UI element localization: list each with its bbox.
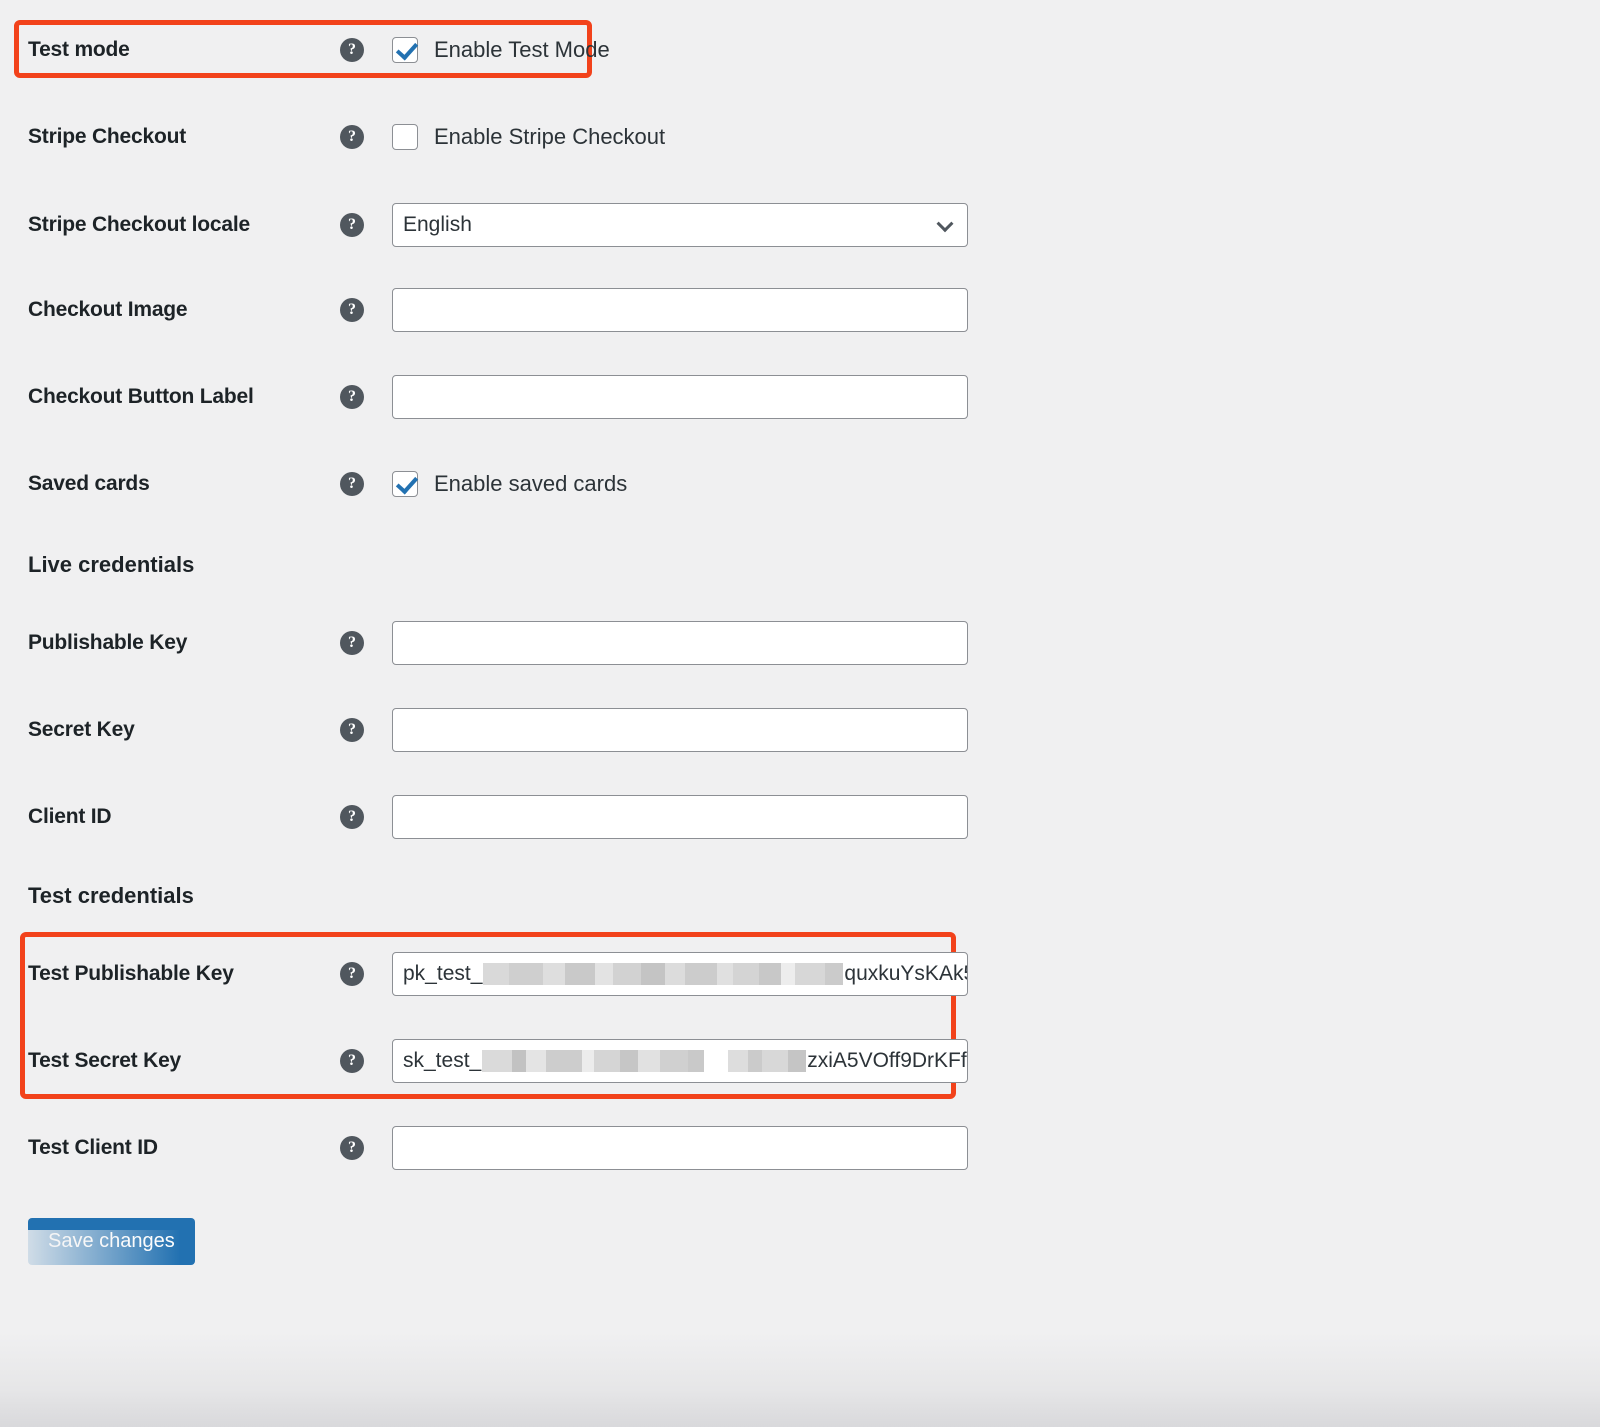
- help-icon[interactable]: ?: [340, 213, 364, 237]
- heading-live-credentials: Live credentials: [28, 552, 195, 577]
- checkbox-enable-saved-cards[interactable]: [392, 471, 418, 497]
- input-checkout-button-label[interactable]: [392, 375, 968, 419]
- label-client-id: Client ID: [28, 805, 112, 828]
- row-test-publishable-key: Test Publishable Key ? pk_test_ quxkuYsK…: [0, 952, 968, 996]
- save-changes-button[interactable]: Save changes: [28, 1218, 195, 1265]
- row-stripe-checkout: Stripe Checkout ? Enable Stripe Checkout: [0, 115, 665, 159]
- checkbox-label-enable-test-mode[interactable]: Enable Test Mode: [434, 37, 610, 63]
- help-icon[interactable]: ?: [340, 962, 364, 986]
- input-checkout-image[interactable]: [392, 288, 968, 332]
- checkbox-enable-test-mode[interactable]: [392, 37, 418, 63]
- redacted-key-segment: [482, 1048, 807, 1074]
- help-icon[interactable]: ?: [340, 472, 364, 496]
- input-secret-key[interactable]: [392, 708, 968, 752]
- input-test-publishable-key[interactable]: pk_test_ quxkuYsKAk5KZn: [392, 952, 968, 996]
- settings-page: Test mode ? Enable Test Mode Stripe Chec…: [0, 0, 1600, 1427]
- input-test-client-id[interactable]: [392, 1126, 968, 1170]
- help-icon[interactable]: ?: [340, 125, 364, 149]
- help-icon[interactable]: ?: [340, 1136, 364, 1160]
- label-checkout-image: Checkout Image: [28, 298, 188, 321]
- select-stripe-checkout-locale[interactable]: English: [392, 203, 968, 247]
- row-checkout-button-label: Checkout Button Label ?: [0, 375, 968, 419]
- key-prefix: pk_test_: [403, 962, 483, 985]
- help-icon[interactable]: ?: [340, 1049, 364, 1073]
- label-test-publishable-key: Test Publishable Key: [28, 962, 234, 985]
- input-publishable-key[interactable]: [392, 621, 968, 665]
- key-prefix: sk_test_: [403, 1049, 482, 1072]
- row-test-secret-key: Test Secret Key ? sk_test_ zxiA5VOff9DrK…: [0, 1039, 968, 1083]
- help-icon[interactable]: ?: [340, 718, 364, 742]
- row-stripe-checkout-locale: Stripe Checkout locale ? English: [0, 203, 968, 247]
- input-test-secret-key[interactable]: sk_test_ zxiA5VOff9DrKFf: [392, 1039, 968, 1083]
- row-test-mode: Test mode ? Enable Test Mode: [0, 28, 610, 72]
- help-icon[interactable]: ?: [340, 805, 364, 829]
- checkbox-label-enable-stripe-checkout[interactable]: Enable Stripe Checkout: [434, 124, 665, 150]
- help-icon[interactable]: ?: [340, 631, 364, 655]
- help-icon[interactable]: ?: [340, 385, 364, 409]
- row-test-client-id: Test Client ID ?: [0, 1126, 968, 1170]
- label-checkout-button-label: Checkout Button Label: [28, 385, 254, 408]
- row-secret-key: Secret Key ?: [0, 708, 968, 752]
- input-value-test-publishable-key: pk_test_ quxkuYsKAk5KZn: [403, 961, 967, 987]
- help-icon[interactable]: ?: [340, 298, 364, 322]
- row-saved-cards: Saved cards ? Enable saved cards: [0, 462, 627, 506]
- row-client-id: Client ID ?: [0, 795, 968, 839]
- input-value-test-secret-key: sk_test_ zxiA5VOff9DrKFf: [403, 1048, 967, 1074]
- row-checkout-image: Checkout Image ?: [0, 288, 968, 332]
- label-saved-cards: Saved cards: [28, 472, 150, 495]
- checkbox-enable-stripe-checkout[interactable]: [392, 124, 418, 150]
- label-stripe-checkout: Stripe Checkout: [28, 125, 187, 148]
- chevron-down-icon: [936, 215, 954, 233]
- label-publishable-key: Publishable Key: [28, 631, 188, 654]
- key-suffix: zxiA5VOff9DrKFf: [807, 1049, 967, 1072]
- help-icon[interactable]: ?: [340, 38, 364, 62]
- label-test-mode: Test mode: [28, 38, 130, 61]
- label-secret-key: Secret Key: [28, 718, 135, 741]
- redacted-key-segment: [483, 961, 844, 987]
- page-edge-fade-bottom: [0, 1332, 1600, 1427]
- input-client-id[interactable]: [392, 795, 968, 839]
- checkbox-label-enable-saved-cards[interactable]: Enable saved cards: [434, 471, 627, 497]
- key-suffix: quxkuYsKAk5KZn: [844, 962, 967, 985]
- label-test-secret-key: Test Secret Key: [28, 1049, 182, 1072]
- select-value-locale: English: [403, 213, 472, 236]
- label-stripe-checkout-locale: Stripe Checkout locale: [28, 213, 250, 236]
- row-publishable-key: Publishable Key ?: [0, 621, 968, 665]
- heading-test-credentials: Test credentials: [28, 883, 194, 908]
- label-test-client-id: Test Client ID: [28, 1136, 158, 1159]
